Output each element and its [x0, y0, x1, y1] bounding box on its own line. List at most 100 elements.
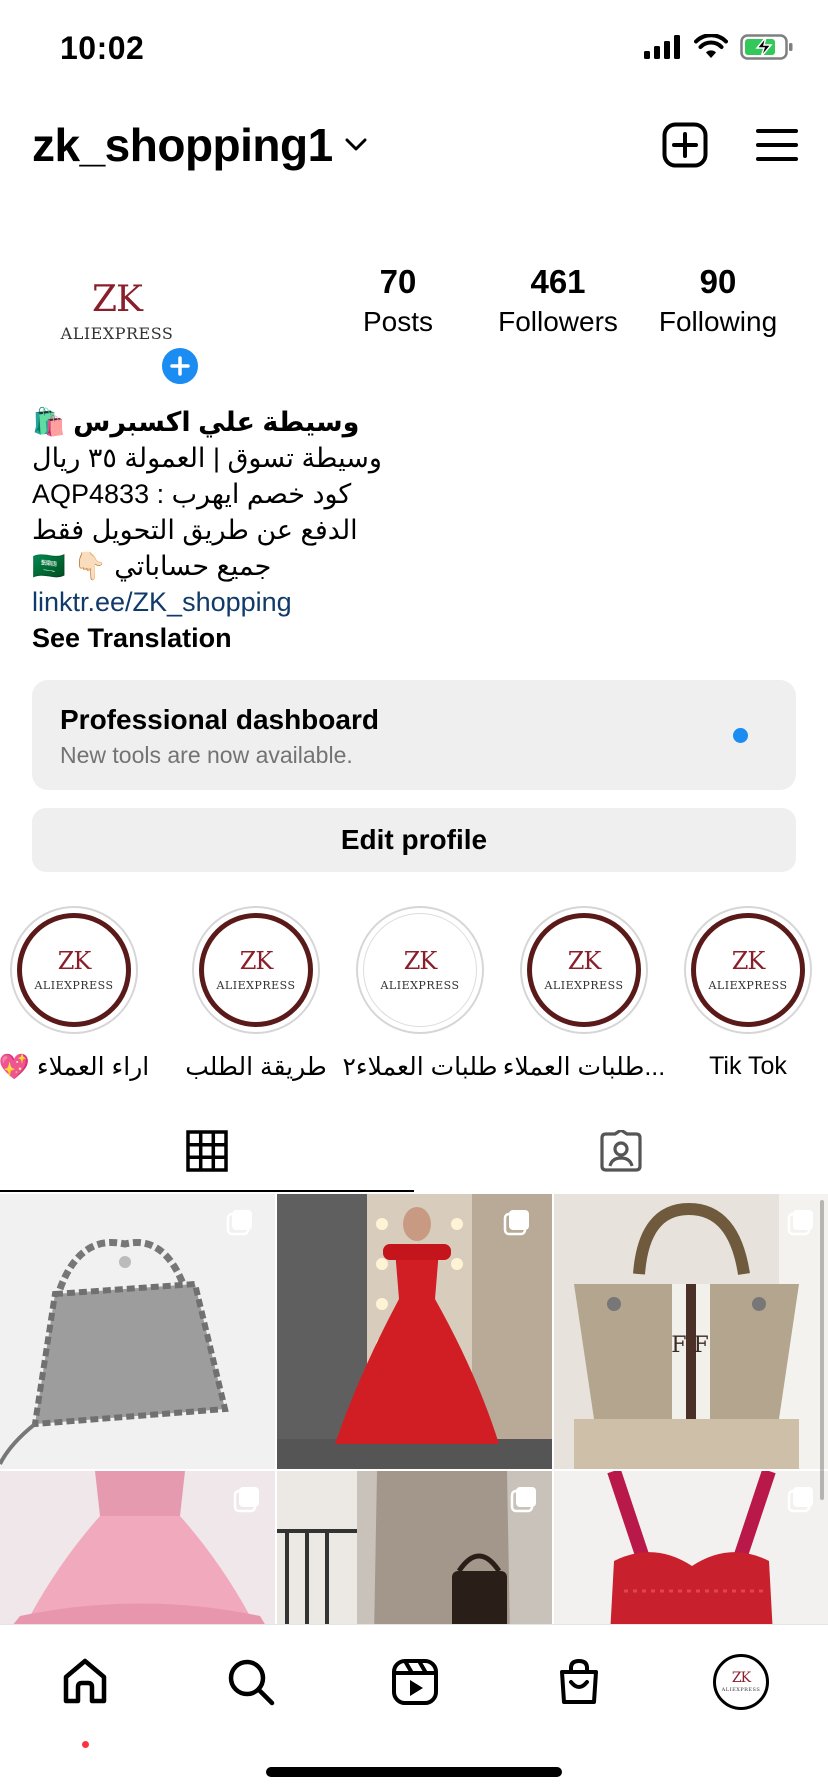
highlight-item[interactable]: ZK ALIEXPRESS 💖 اراء العملاء: [0, 906, 156, 1082]
nav-avatar-logo-sub: ALIEXPRESS: [721, 1687, 761, 1693]
edit-profile-button[interactable]: Edit profile: [32, 808, 796, 872]
reels-icon: [392, 1659, 438, 1705]
bottom-nav: ZK ALIEXPRESS: [0, 1624, 828, 1792]
stat-value: 90: [699, 263, 737, 300]
posts-grid: F F: [0, 1194, 828, 1624]
dashboard-subtitle: New tools are now available.: [60, 742, 353, 768]
profile-stats: 70 Posts 461 Followers 90 Following: [318, 263, 798, 338]
highlight-cover: ZK ALIEXPRESS: [691, 913, 805, 1027]
chevron-down-icon[interactable]: [345, 138, 367, 152]
see-translation-link[interactable]: See Translation: [32, 620, 796, 656]
dashboard-title: Professional dashboard: [60, 704, 379, 735]
highlight-label: 💖 اراء العملاء: [0, 1053, 150, 1081]
bio-line: جميع حساباتي 👇🏻 🇸🇦: [32, 551, 272, 581]
profile-tabs: [0, 1110, 828, 1192]
search-icon: [228, 1659, 275, 1706]
svg-text:F F: F F: [671, 1333, 709, 1358]
highlight-label: Tik Tok: [709, 1052, 787, 1080]
highlight-logo-sub: ALIEXPRESS: [544, 978, 624, 992]
stat-label: Posts: [362, 306, 434, 338]
header-actions: [662, 122, 798, 168]
username[interactable]: zk_shopping1: [32, 118, 333, 172]
status-bar: 10:02: [0, 0, 828, 96]
shop-icon: [560, 1658, 598, 1704]
highlight-logo: ZK: [239, 946, 274, 975]
notification-dot: [733, 728, 748, 743]
highlight-label: طلبات العملاء٢: [342, 1053, 498, 1081]
highlight-logo-sub: ALIEXPRESS: [380, 978, 460, 992]
highlight-ring: ZK ALIEXPRESS: [520, 906, 648, 1034]
nav-shop[interactable]: [544, 1647, 614, 1717]
post-thumbnail[interactable]: [0, 1471, 275, 1624]
highlight-cover: ZK ALIEXPRESS: [17, 913, 131, 1027]
bio-name: وسيطة علي اكسبرس 🛍️: [32, 407, 360, 437]
post-thumbnail[interactable]: [277, 1471, 552, 1624]
profile-summary: ZK ALIEXPRESS 70 Posts 461 Followers 90 …: [0, 250, 828, 390]
bio-link[interactable]: linktr.ee/ZK_shopping: [32, 584, 796, 620]
highlight-item[interactable]: ZK ALIEXPRESS طلبات العملاء...: [502, 906, 666, 1082]
add-story-button[interactable]: [158, 344, 202, 388]
professional-dashboard[interactable]: Professional dashboard New tools are now…: [32, 680, 796, 790]
highlight-logo-sub: ALIEXPRESS: [708, 978, 788, 992]
scrollbar[interactable]: [820, 1200, 824, 1500]
multiple-photos-icon: [787, 1210, 813, 1236]
bio-line: وسيطة تسوق | العمولة ٣٥ ريال: [32, 443, 382, 473]
highlight-ring: ZK ALIEXPRESS: [10, 906, 138, 1034]
post-thumbnail[interactable]: F F: [554, 1194, 828, 1469]
grid-icon: [186, 1130, 228, 1172]
home-activity-dot: [82, 1741, 89, 1748]
battery-charging-icon: [740, 34, 793, 60]
nav-profile[interactable]: ZK ALIEXPRESS: [706, 1647, 776, 1717]
highlight-item[interactable]: ZK ALIEXPRESS طلبات العملاء٢: [338, 906, 502, 1082]
signal-icon: [644, 35, 680, 59]
multiple-photos-icon: [226, 1210, 252, 1236]
account-switcher[interactable]: zk_shopping1: [32, 118, 367, 172]
highlight-logo: ZK: [403, 946, 438, 975]
bio: وسيطة علي اكسبرس 🛍️ وسيطة تسوق | العمولة…: [32, 404, 796, 656]
tagged-icon: [600, 1130, 642, 1172]
multiple-photos-icon: [233, 1487, 259, 1513]
tab-posts-grid[interactable]: [0, 1110, 414, 1192]
multiple-photos-icon: [787, 1487, 813, 1513]
highlight-logo: ZK: [731, 946, 766, 975]
stat-value: 461: [530, 263, 586, 300]
highlight-ring: ZK ALIEXPRESS: [684, 906, 812, 1034]
post-thumbnail[interactable]: [554, 1471, 828, 1624]
nav-avatar-logo: ZK: [731, 1670, 751, 1686]
avatar-logo-aliexpress: ALIEXPRESS: [60, 323, 174, 343]
new-post-icon[interactable]: [662, 122, 708, 168]
status-time: 10:02: [60, 30, 145, 66]
highlight-item[interactable]: ZK ALIEXPRESS طريقة الطلب: [174, 906, 338, 1082]
wifi-icon: [694, 34, 728, 58]
nav-search[interactable]: [216, 1647, 286, 1717]
multiple-photos-icon: [503, 1210, 529, 1236]
highlight-item[interactable]: ZK ALIEXPRESS Tik Tok: [666, 906, 828, 1081]
nav-reels[interactable]: [380, 1647, 450, 1717]
highlight-label: طلبات العملاء...: [502, 1053, 666, 1081]
nav-home[interactable]: [50, 1647, 120, 1717]
status-icons: [644, 34, 794, 60]
stat-following[interactable]: 90 Following: [638, 263, 798, 338]
menu-icon[interactable]: [756, 128, 798, 162]
stat-followers[interactable]: 461 Followers: [478, 263, 638, 338]
bio-line: كود خصم ايهرب : AQP4833: [32, 479, 352, 509]
tab-tagged[interactable]: [414, 1110, 828, 1192]
highlight-label: طريقة الطلب: [185, 1053, 327, 1081]
stat-label: Following: [658, 306, 778, 338]
profile-avatar: ZK ALIEXPRESS: [713, 1654, 769, 1710]
profile-header: zk_shopping1: [0, 110, 828, 190]
home-indicator[interactable]: [266, 1767, 562, 1777]
home-icon: [63, 1658, 107, 1704]
highlight-cover: ZK ALIEXPRESS: [199, 913, 313, 1027]
highlight-cover: ZK ALIEXPRESS: [527, 913, 641, 1027]
highlight-ring: ZK ALIEXPRESS: [356, 906, 484, 1034]
stat-posts[interactable]: 70 Posts: [318, 263, 478, 338]
stat-value: 70: [379, 263, 417, 300]
highlight-logo-sub: ALIEXPRESS: [216, 978, 296, 992]
highlight-cover: ZK ALIEXPRESS: [363, 913, 477, 1027]
highlight-ring: ZK ALIEXPRESS: [192, 906, 320, 1034]
multiple-photos-icon: [510, 1487, 536, 1513]
highlight-logo: ZK: [567, 946, 602, 975]
avatar-logo-zk: ZK: [92, 278, 143, 320]
bio-line: الدفع عن طريق التحويل فقط: [32, 515, 358, 545]
